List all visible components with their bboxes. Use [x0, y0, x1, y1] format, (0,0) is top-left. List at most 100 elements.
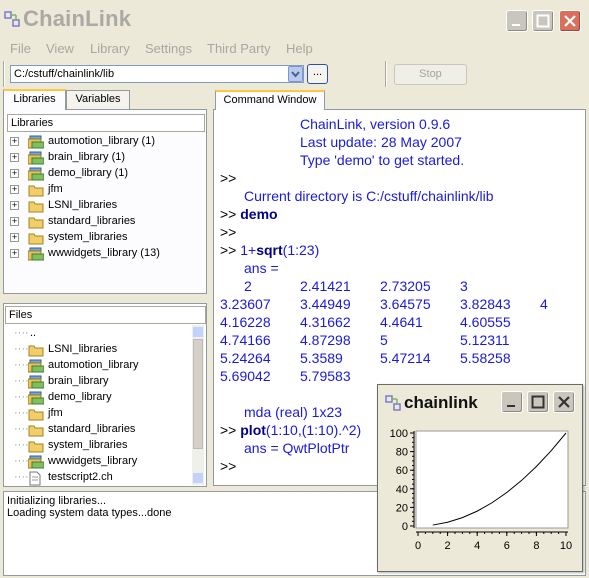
command-line-demo: >> demo [220, 206, 278, 222]
expand-icon[interactable]: + [10, 249, 19, 258]
mda-info: mda (real) 1x23 [244, 404, 343, 420]
result-value: 5.47214 [380, 350, 431, 366]
result-value: 2.73205 [380, 278, 431, 294]
result-value: 3.44949 [300, 296, 351, 312]
banner-line: ChainLink, version 0.9.6 [300, 116, 451, 132]
plot-window-title: chainlink [404, 393, 478, 412]
library-folder-icon [28, 167, 44, 181]
tree-connector: ···· [14, 423, 29, 435]
minimize-button[interactable] [506, 10, 528, 32]
files-list: ····.. ···· LSNI_libraries ···· automotion_l… [4, 326, 194, 486]
expand-icon[interactable]: + [10, 201, 19, 210]
result-value: 4.4641 [380, 314, 423, 330]
menu-third-party[interactable]: Third Party [207, 41, 271, 56]
library-folder-icon [28, 151, 44, 165]
expand-icon[interactable]: + [10, 169, 19, 178]
libraries-header[interactable]: Libraries [7, 114, 205, 132]
plot-minimize-button[interactable] [501, 391, 523, 413]
result-value: 4.16228 [220, 314, 271, 330]
tab-variables[interactable]: Variables [66, 90, 130, 109]
function-name: sqrt [256, 242, 283, 258]
command-text: demo [240, 206, 278, 222]
menu-bar: File View Library Settings Third Party H… [0, 38, 589, 58]
library-folder-icon [28, 217, 44, 229]
command-args: (1:10,(1:10).^2) [265, 422, 362, 438]
path-combobox[interactable]: C:/cstuff/chainlink/lib [10, 65, 304, 83]
plot-canvas: 0 20 40 60 80 100 0 2 4 6 8 10 [390, 428, 572, 552]
y-tick-label: 0 [402, 521, 408, 533]
file-icon [29, 471, 41, 486]
function-name: plot [240, 422, 266, 438]
y-tick-label: 100 [390, 428, 408, 440]
result-value: 4 [540, 296, 548, 312]
tab-command-window[interactable]: Command Window [215, 90, 325, 110]
tab-libraries[interactable]: Libraries [3, 89, 66, 110]
expand-icon[interactable]: + [10, 153, 19, 162]
result-value: 2.41421 [300, 278, 351, 294]
x-tick-label: 6 [504, 540, 510, 552]
result-value: 5.24264 [220, 350, 271, 366]
command-line-plot: >> plot(1:10,(1:10).^2) [220, 422, 361, 438]
folder-icon [28, 375, 44, 389]
file-label: LSNI_libraries [48, 343, 118, 355]
toolbar-grip [3, 61, 5, 87]
file-label: brain_library [48, 375, 109, 387]
stop-button[interactable]: Stop [394, 64, 467, 85]
window-title: ChainLink [23, 6, 132, 31]
library-label: jfm [48, 183, 63, 195]
plot-close-button[interactable] [553, 391, 575, 413]
result-value: 5.12311 [460, 332, 510, 348]
result-values: 2 2.41421 2.73205 3 3.23607 3.44949 3.64575 3.8… [214, 278, 584, 388]
x-tick-label: 0 [415, 540, 421, 552]
expand-icon[interactable]: + [10, 137, 19, 146]
library-label: wwwidgets_library (13) [48, 247, 160, 259]
menu-file[interactable]: File [10, 41, 31, 56]
x-tick-label: 2 [445, 540, 451, 552]
file-label: automotion_library [48, 359, 139, 371]
expand-icon[interactable]: + [10, 233, 19, 242]
maximize-icon [536, 14, 550, 28]
x-tick-label: 4 [474, 540, 480, 552]
files-scrollbar[interactable] [192, 325, 204, 485]
file-label: wwwidgets_library [48, 455, 138, 467]
scroll-up-button[interactable] [193, 327, 203, 337]
expand-icon[interactable]: + [10, 217, 19, 226]
result-value: 5.58258 [460, 350, 511, 366]
banner-line: Last update: 28 May 2007 [300, 134, 462, 150]
library-label: brain_library (1) [48, 151, 126, 163]
library-folder-icon [28, 233, 44, 245]
menu-settings[interactable]: Settings [145, 41, 192, 56]
tree-connector: ···· [14, 343, 29, 355]
y-tick-label: 40 [396, 484, 408, 496]
folder-icon [28, 345, 44, 357]
browse-button[interactable]: ... [307, 64, 328, 84]
library-label: demo_library (1) [48, 167, 129, 179]
scroll-thumb[interactable] [193, 339, 203, 449]
y-tick-label: 20 [396, 502, 408, 514]
files-header[interactable]: Files [5, 306, 206, 324]
scroll-down-button[interactable] [193, 473, 203, 483]
close-button[interactable] [559, 10, 581, 32]
maximize-icon [531, 395, 545, 409]
expand-icon[interactable]: + [10, 185, 19, 194]
prompt[interactable]: >> [220, 458, 236, 474]
path-dropdown-button[interactable] [288, 66, 303, 82]
library-folder-icon [28, 185, 44, 197]
menu-help[interactable]: Help [286, 41, 313, 56]
tree-connector: ···· [14, 375, 29, 387]
result-value: 3 [460, 278, 468, 294]
maximize-button[interactable] [532, 10, 554, 32]
menu-view[interactable]: View [46, 41, 74, 56]
menu-library[interactable]: Library [90, 41, 130, 56]
minimize-icon [507, 405, 515, 407]
y-tick-label: 80 [396, 447, 408, 459]
prompt: >> [220, 422, 237, 438]
prompt: >> [220, 206, 237, 222]
library-label: LSNI_libraries [48, 199, 118, 211]
command-args: (1:23) [282, 242, 320, 258]
library-folder-icon [28, 201, 44, 213]
result-value: 5.3589 [300, 350, 343, 366]
tree-connector: ···· [14, 391, 29, 403]
plot-maximize-button[interactable] [527, 391, 549, 413]
result-value: 4.74166 [220, 332, 271, 348]
